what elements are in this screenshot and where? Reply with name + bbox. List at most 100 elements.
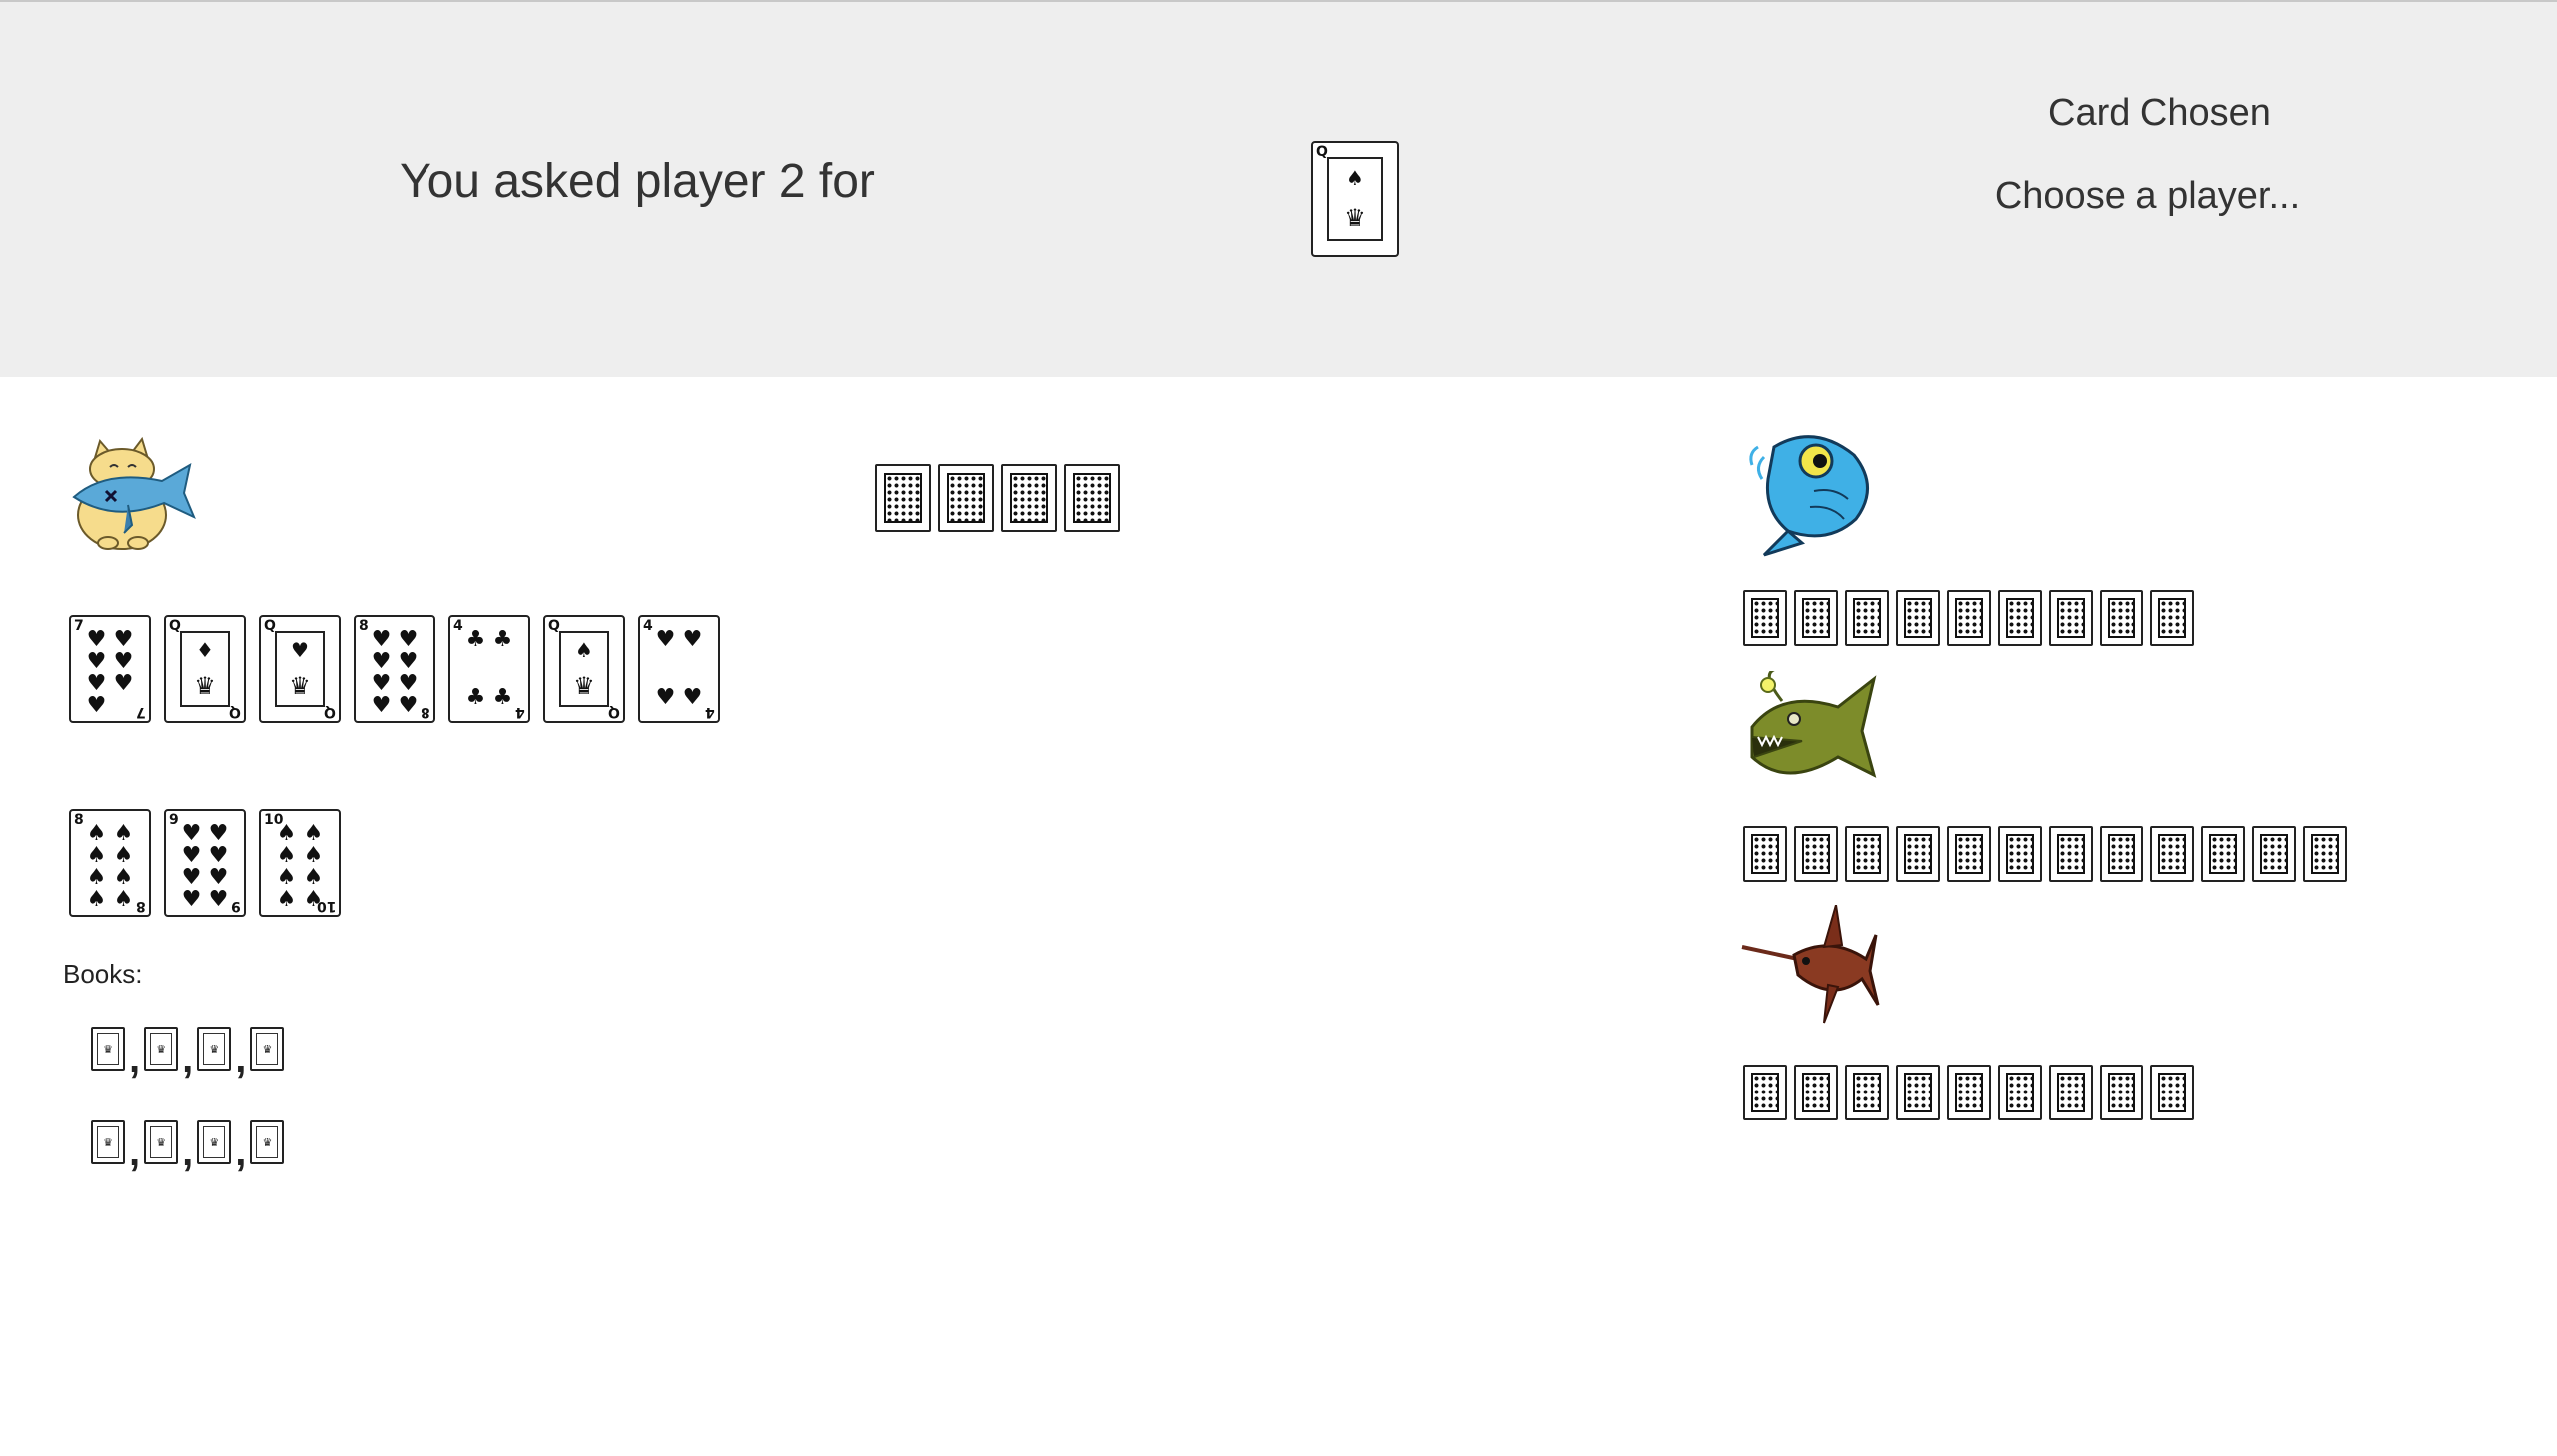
hand-card[interactable]: Q Q ♥ ♛ <box>259 615 341 723</box>
card-back[interactable] <box>2100 590 2143 646</box>
hand-card[interactable]: 10 10 ♠ ♠ ♠ ♠ ♠ ♠ ♠ ♠ <box>259 809 341 917</box>
hand-card[interactable]: 8 8 ♠ ♠ ♠ ♠ ♠ ♠ ♠ ♠ <box>69 809 151 917</box>
card-back[interactable] <box>1743 826 1787 882</box>
card-back[interactable] <box>1845 590 1889 646</box>
queen-icon: ♛ <box>573 672 595 700</box>
card-back[interactable] <box>2150 826 2194 882</box>
card-back[interactable] <box>2049 1065 2093 1120</box>
card-back[interactable] <box>2100 826 2143 882</box>
card-back[interactable] <box>1998 1065 2042 1120</box>
suit-pip: ♠ <box>86 865 107 890</box>
card-back[interactable] <box>1896 590 1940 646</box>
card-back[interactable] <box>2252 826 2296 882</box>
suit-pip: ♠ <box>276 887 297 912</box>
book-card: ♛ <box>250 1120 285 1164</box>
card-back[interactable] <box>1794 590 1838 646</box>
card-suit: ♦ <box>196 638 214 662</box>
hand-card[interactable]: 8 8 ♥ ♥ ♥ ♥ ♥ ♥ ♥ ♥ <box>354 615 435 723</box>
suit-pip: ♥ <box>655 685 676 710</box>
card-back[interactable] <box>1998 590 2042 646</box>
suit-pip: ♠ <box>113 843 134 868</box>
cat-with-fish-icon <box>72 436 196 550</box>
card-back[interactable] <box>2201 826 2245 882</box>
suit-pip: ♥ <box>655 627 676 652</box>
card-back[interactable] <box>1845 1065 1889 1120</box>
queen-icon: ♛ <box>150 1126 173 1158</box>
card-back-pattern <box>2006 598 2034 638</box>
hand-card[interactable]: 4 4 ♣ ♣ ♣ ♣ <box>448 615 530 723</box>
card-back[interactable] <box>1998 826 2042 882</box>
opponent-hand-2[interactable] <box>1743 826 2354 882</box>
book-card: ♛ <box>91 1027 125 1071</box>
card-back[interactable] <box>875 464 931 532</box>
card-back[interactable] <box>2100 1065 2143 1120</box>
card-back-pattern <box>2006 1073 2034 1112</box>
queen-icon: ♛ <box>203 1126 226 1158</box>
card-rank: Q <box>608 704 620 720</box>
choose-player-hint: Choose a player... <box>1994 175 2301 217</box>
card-back[interactable] <box>1896 826 1940 882</box>
hand-card[interactable]: 7 7 ♥ ♥ ♥ ♥ ♥ ♥ ♥ <box>69 615 151 723</box>
suit-pip: ♥ <box>682 627 703 652</box>
book-card: ♛ <box>144 1027 179 1071</box>
hand-card[interactable]: Q Q ♠ ♛ <box>543 615 625 723</box>
hand-card[interactable]: 9 9 ♥ ♥ ♥ ♥ ♥ ♥ ♥ ♥ <box>164 809 246 917</box>
card-back-pattern <box>947 473 985 523</box>
card-back[interactable] <box>1947 826 1991 882</box>
card-back[interactable] <box>1794 826 1838 882</box>
opponent-avatar-3[interactable] <box>1740 904 1880 1036</box>
card-back[interactable] <box>1896 1065 1940 1120</box>
card-back[interactable] <box>1001 464 1057 532</box>
card-back[interactable] <box>2150 590 2194 646</box>
card-back-pattern <box>1010 473 1048 523</box>
face-card-art: ♠ ♛ <box>1327 157 1383 241</box>
card-back-pattern <box>884 473 922 523</box>
card-back[interactable] <box>938 464 994 532</box>
card-suit: ♥ <box>291 638 309 662</box>
card-back[interactable] <box>2049 590 2093 646</box>
book-card: ♛ <box>250 1027 285 1071</box>
card-pips: ♣ ♣ ♣ ♣ <box>462 629 516 709</box>
card-back-pattern <box>1904 834 1932 874</box>
card-back[interactable] <box>1947 1065 1991 1120</box>
card-rank: 4 <box>705 704 715 720</box>
card-back[interactable] <box>1845 826 1889 882</box>
suit-pip: ♥ <box>371 649 392 674</box>
suit-pip: ♣ <box>492 627 513 652</box>
card-back[interactable] <box>2150 1065 2194 1120</box>
card-chosen-title: Card Chosen <box>2048 92 2271 134</box>
book-card: ♛ <box>91 1120 125 1164</box>
card-back[interactable] <box>1947 590 1991 646</box>
suit-pip: ♠ <box>276 865 297 890</box>
card-pips: ♥ ♥ ♥ ♥ ♥ ♥ ♥ ♥ <box>178 823 232 911</box>
card-back-pattern <box>1853 834 1881 874</box>
suit-pip: ♠ <box>113 821 134 846</box>
card-back[interactable] <box>1743 1065 1787 1120</box>
card-back[interactable] <box>1064 464 1120 532</box>
hand-card[interactable]: Q Q ♦ ♛ <box>164 615 246 723</box>
suit-pip: ♠ <box>86 887 107 912</box>
card-back-pattern <box>2260 834 2288 874</box>
card-rank: 8 <box>421 704 430 720</box>
suit-pip: ♠ <box>86 843 107 868</box>
card-back-pattern <box>2108 834 2135 874</box>
card-back[interactable] <box>2303 826 2347 882</box>
draw-pile[interactable] <box>875 464 1127 532</box>
card-back[interactable] <box>2049 826 2093 882</box>
hand-card[interactable]: 4 4 ♥ ♥ ♥ ♥ <box>638 615 720 723</box>
opponent-avatar-2[interactable] <box>1742 667 1878 798</box>
book-separator: , <box>129 1130 141 1174</box>
card-back[interactable] <box>1794 1065 1838 1120</box>
book-row-2: ♛, ♛, ♛, ♛ <box>91 1120 285 1174</box>
queen-icon: ♛ <box>289 672 311 700</box>
card-back-pattern <box>2006 834 2034 874</box>
opponent-hand-3[interactable] <box>1743 1065 2201 1120</box>
card-back-pattern <box>1751 1073 1779 1112</box>
book-card: ♛ <box>197 1120 232 1164</box>
opponent-avatar-1[interactable] <box>1744 427 1878 564</box>
books-label: Books: <box>63 959 143 989</box>
card-back[interactable] <box>1743 590 1787 646</box>
opponent-hand-1[interactable] <box>1743 590 2201 646</box>
blue-fish-icon <box>1749 435 1869 557</box>
anglerfish-icon <box>1750 667 1877 778</box>
